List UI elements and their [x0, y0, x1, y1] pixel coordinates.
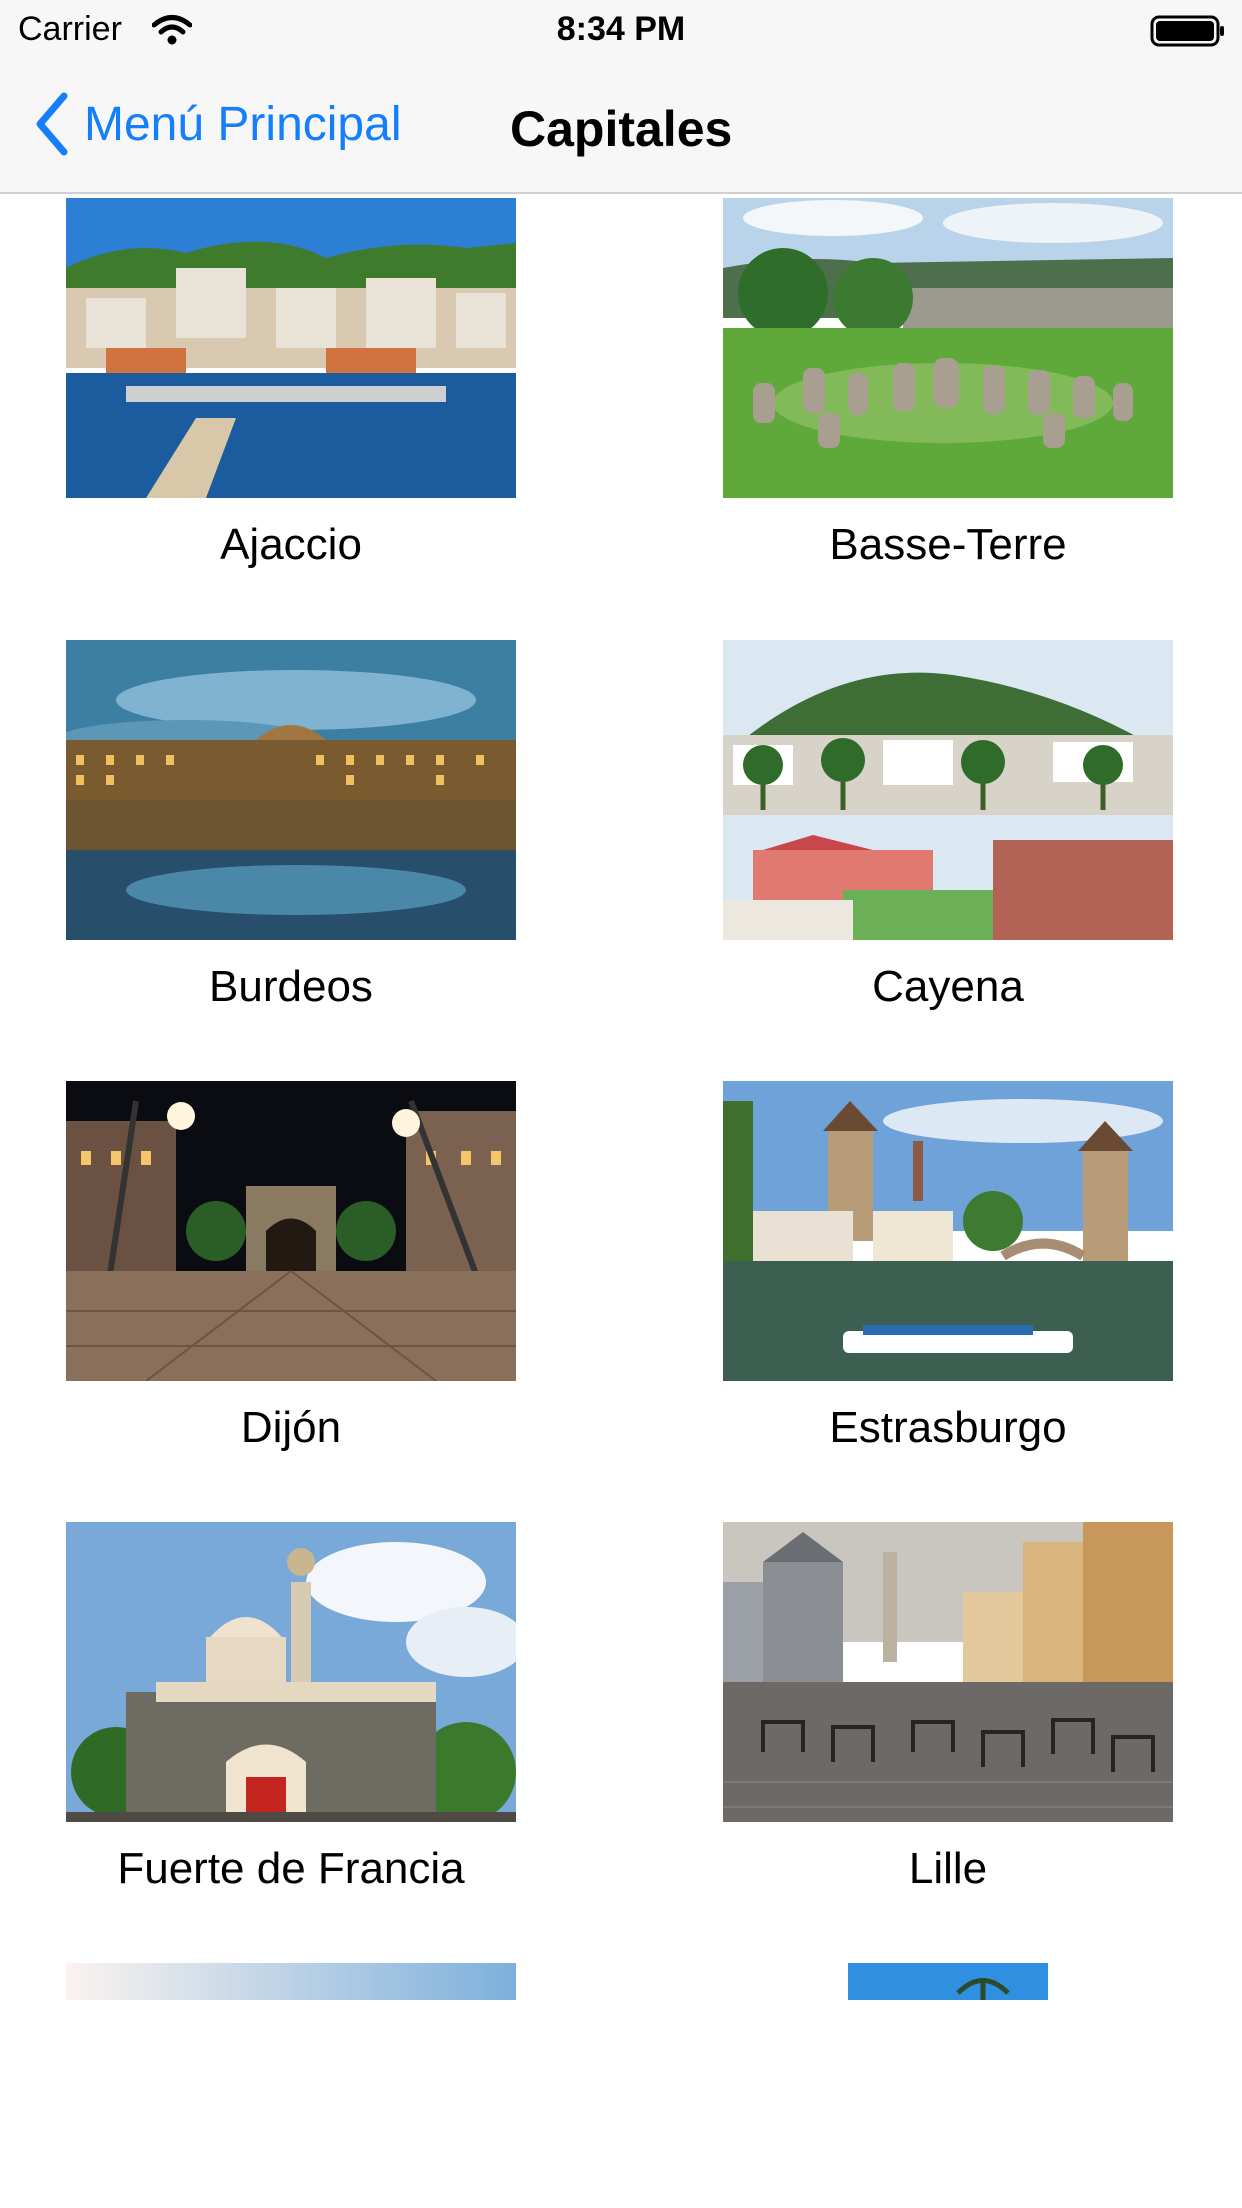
city-photo-lille — [723, 1522, 1173, 1822]
status-time: 8:34 PM — [556, 10, 686, 48]
back-button-label: Menú Principal — [84, 97, 402, 151]
city-photo-cayena — [723, 640, 1173, 940]
bottom-area — [0, 2000, 1242, 2208]
city-name: Lille — [908, 1844, 988, 1893]
city-photo-fuerte-de-francia — [66, 1522, 516, 1822]
navigation-bar: Menú Principal Capitales — [0, 60, 1242, 194]
city-name: Ajaccio — [220, 520, 362, 569]
page-title: Capitales — [510, 101, 733, 157]
city-name: Burdeos — [209, 962, 373, 1011]
status-bar: Carrier 8:34 PM — [0, 0, 1242, 60]
city-photo-basse-terre — [723, 198, 1173, 498]
city-photo-estrasburgo — [723, 1081, 1173, 1381]
city-photo-partial — [848, 1963, 1048, 2000]
city-name: Cayena — [872, 962, 1024, 1011]
battery-icon — [1150, 15, 1224, 47]
city-name: Dijón — [240, 1403, 342, 1452]
capitals-grid[interactable]: Ajaccio Basse-Terre Burdeos Cayena Dijón… — [0, 192, 1242, 2000]
city-name: Fuerte de Francia — [117, 1844, 465, 1893]
city-photo-burdeos — [66, 640, 516, 940]
city-photo-partial — [66, 1963, 516, 2000]
city-photo-ajaccio — [66, 198, 516, 498]
chevron-left-icon — [36, 92, 68, 156]
back-button[interactable]: Menú Principal — [32, 92, 401, 156]
city-name: Estrasburgo — [829, 1403, 1067, 1452]
city-photo-dijon — [66, 1081, 516, 1381]
city-name: Basse-Terre — [829, 520, 1067, 569]
